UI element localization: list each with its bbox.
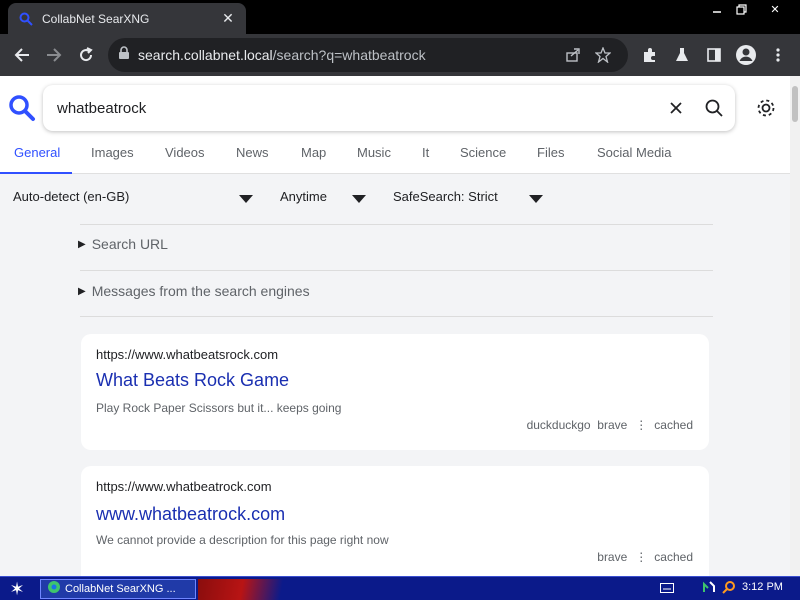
expand-triangle-icon: ▶ bbox=[78, 285, 86, 297]
restore-button[interactable] bbox=[730, 0, 752, 18]
cached-link[interactable]: cached bbox=[654, 418, 693, 432]
clear-search-icon[interactable] bbox=[659, 91, 693, 125]
time-range-select[interactable]: Anytime bbox=[280, 184, 327, 210]
search-filters: Auto-detect (en-GB) Anytime SafeSearch: … bbox=[0, 184, 790, 210]
language-dropdown-icon[interactable] bbox=[239, 195, 253, 203]
result-title-link[interactable]: www.whatbeatrock.com bbox=[96, 504, 285, 525]
browser-globe-icon bbox=[47, 580, 61, 599]
separator-dots-icon: ⋮ bbox=[635, 550, 647, 564]
tab-images[interactable]: Images bbox=[91, 140, 134, 174]
divider bbox=[80, 270, 713, 271]
tab-news[interactable]: News bbox=[236, 140, 269, 174]
result-title-link[interactable]: What Beats Rock Game bbox=[96, 370, 289, 391]
menu-kebab-icon[interactable] bbox=[763, 40, 793, 70]
divider bbox=[80, 224, 713, 225]
search-input[interactable]: whatbeatrock bbox=[57, 100, 659, 117]
engine-list: brave bbox=[597, 550, 628, 564]
tab-map[interactable]: Map bbox=[301, 140, 326, 174]
tab-title: CollabNet SearXNG bbox=[42, 11, 150, 26]
os-taskbar: ✶ CollabNet SearXNG ... 3:12 PM bbox=[0, 576, 800, 600]
divider bbox=[80, 316, 713, 317]
tab-science[interactable]: Science bbox=[460, 140, 506, 174]
close-window-button[interactable]: ✕ bbox=[760, 0, 790, 18]
lock-icon bbox=[118, 45, 130, 65]
taskbar-decoration bbox=[198, 579, 308, 600]
expand-triangle-icon: ▶ bbox=[78, 238, 86, 250]
scrollbar-thumb[interactable] bbox=[792, 86, 798, 122]
reload-button[interactable] bbox=[70, 39, 102, 71]
labs-flask-icon[interactable] bbox=[667, 40, 697, 70]
system-tray bbox=[660, 579, 736, 599]
share-icon[interactable] bbox=[558, 40, 588, 70]
back-button[interactable] bbox=[6, 39, 38, 71]
search-box: whatbeatrock bbox=[43, 85, 735, 131]
tab-music[interactable]: Music bbox=[357, 140, 391, 174]
tab-strip: CollabNet SearXNG ✕ ✕ bbox=[0, 0, 800, 34]
taskbar-item-label: CollabNet SearXNG ... bbox=[65, 583, 176, 595]
safesearch-select[interactable]: SafeSearch: Strict bbox=[393, 184, 498, 210]
result-card: https://www.whatbeatrock.com www.whatbea… bbox=[81, 466, 709, 576]
tab-files[interactable]: Files bbox=[537, 140, 564, 174]
searxng-logo-icon[interactable] bbox=[8, 94, 36, 122]
safesearch-dropdown-icon[interactable] bbox=[529, 195, 543, 203]
result-engines: duckduckgo brave ⋮ cached bbox=[527, 418, 693, 432]
category-tabs: General Images Videos News Map Music It … bbox=[0, 140, 790, 174]
search-url-toggle[interactable]: ▶ Search URL bbox=[78, 236, 168, 252]
tab-it[interactable]: It bbox=[422, 140, 429, 174]
page-scrollbar[interactable] bbox=[790, 76, 800, 576]
forward-button[interactable] bbox=[38, 39, 70, 71]
side-panel-icon[interactable] bbox=[699, 40, 729, 70]
search-url-label: Search URL bbox=[91, 236, 168, 252]
clock: 3:12 PM bbox=[742, 581, 783, 593]
tab-general[interactable]: General bbox=[0, 140, 72, 174]
result-description: We cannot provide a description for this… bbox=[96, 533, 389, 547]
cached-link[interactable]: cached bbox=[654, 550, 693, 564]
search-icon bbox=[18, 11, 34, 27]
result-card: https://www.whatbeatsrock.com What Beats… bbox=[81, 334, 709, 450]
tab-videos[interactable]: Videos bbox=[165, 140, 205, 174]
time-range-dropdown-icon[interactable] bbox=[352, 195, 366, 203]
address-bar[interactable]: search.collabnet.local/search?q=whatbeat… bbox=[108, 38, 628, 72]
result-engines: brave ⋮ cached bbox=[597, 550, 693, 564]
result-description: Play Rock Paper Scissors but it... keeps… bbox=[96, 401, 342, 415]
bookmark-star-icon[interactable] bbox=[588, 40, 618, 70]
engine-messages-toggle[interactable]: ▶ Messages from the search engines bbox=[78, 283, 310, 299]
search-header: whatbeatrock General Images Videos News … bbox=[0, 76, 790, 174]
separator-dots-icon: ⋮ bbox=[635, 418, 647, 432]
minimize-button[interactable] bbox=[706, 0, 728, 18]
start-star-icon[interactable]: ✶ bbox=[4, 578, 30, 600]
engine-list: duckduckgo brave bbox=[526, 418, 628, 432]
url-text: search.collabnet.local/search?q=whatbeat… bbox=[138, 47, 426, 63]
tab-social-media[interactable]: Social Media bbox=[597, 140, 671, 174]
result-url[interactable]: https://www.whatbeatrock.com bbox=[96, 479, 272, 494]
result-url[interactable]: https://www.whatbeatsrock.com bbox=[96, 347, 278, 362]
engine-messages-label: Messages from the search engines bbox=[91, 283, 310, 299]
taskbar-item-browser[interactable]: CollabNet SearXNG ... bbox=[40, 579, 196, 599]
tab-searxng[interactable]: CollabNet SearXNG ✕ bbox=[8, 3, 246, 34]
search-tray-icon[interactable] bbox=[722, 580, 736, 599]
keyboard-icon[interactable] bbox=[660, 580, 674, 598]
language-select[interactable]: Auto-detect (en-GB) bbox=[13, 184, 129, 210]
profile-avatar-icon[interactable] bbox=[731, 40, 761, 70]
tab-close-icon[interactable]: ✕ bbox=[220, 10, 236, 27]
network-icon[interactable] bbox=[702, 580, 716, 599]
searxng-page: whatbeatrock General Images Videos News … bbox=[0, 76, 790, 576]
search-submit-icon[interactable] bbox=[697, 91, 731, 125]
extensions-puzzle-icon[interactable] bbox=[635, 40, 665, 70]
preferences-gear-icon[interactable] bbox=[752, 94, 780, 122]
